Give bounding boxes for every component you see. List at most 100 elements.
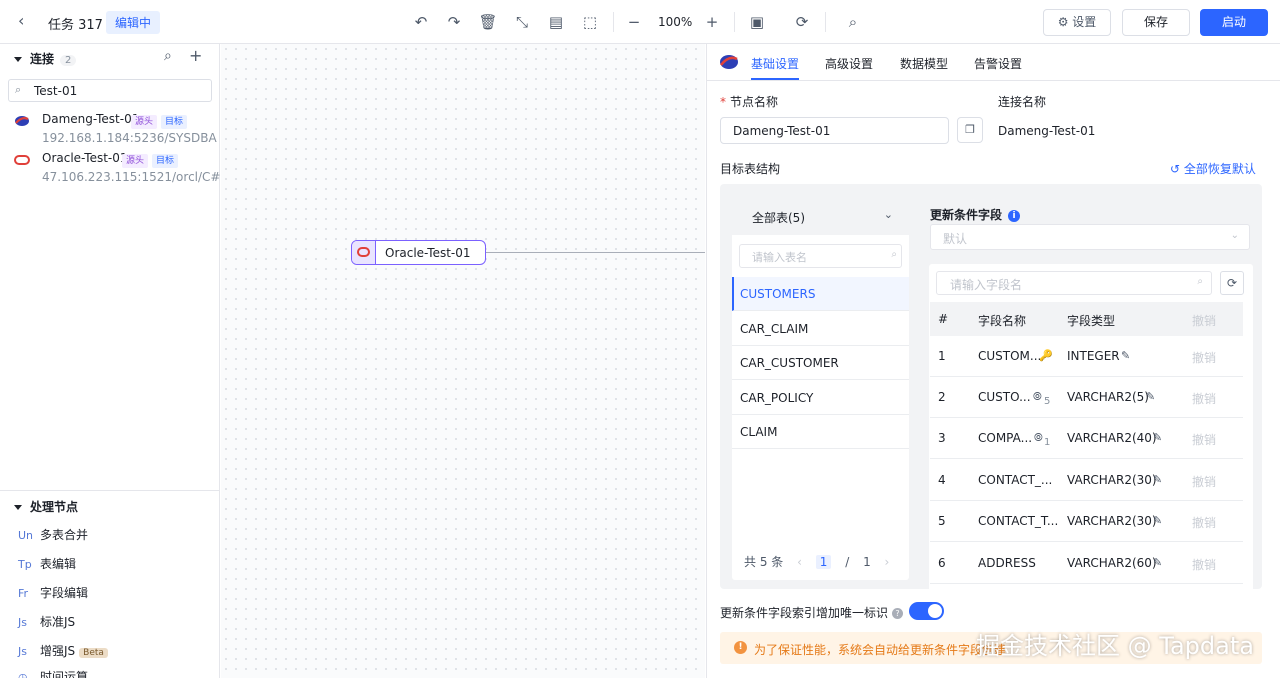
redo-icon[interactable]: ↷ [444, 12, 464, 32]
task-title: 任务 317 [48, 18, 103, 33]
field-name: COMPA... [978, 431, 1033, 445]
fit-view-icon[interactable]: ⤡ [512, 12, 532, 32]
prev-page-icon[interactable]: ‹ [797, 555, 802, 569]
edit-icon[interactable]: ✎ [1153, 431, 1162, 444]
undo-icon[interactable]: ↶ [411, 12, 431, 32]
node-config-panel: 基础设置 高级设置 数据模型 告警设置 * 节点名称 连接名称 Dameng-Te… [706, 44, 1280, 678]
process-node-union[interactable]: Un 多表合并 [18, 526, 88, 543]
undo-button[interactable]: 撤销 [1192, 473, 1216, 490]
zoom-out-icon[interactable]: − [624, 12, 644, 32]
total-count: 共 5 条 [744, 555, 784, 569]
node-label: 标准JS [40, 615, 76, 629]
beta-badge: Beta [79, 648, 108, 658]
edit-icon[interactable]: ✎ [1121, 349, 1130, 362]
node-label: 时间运算 [40, 670, 89, 678]
index-number: 1 [1044, 437, 1051, 448]
dag-canvas[interactable]: Oracle-Test-01 [221, 44, 705, 678]
undo-button[interactable]: 撤销 [1192, 556, 1216, 573]
connections-header[interactable]: 连接 2 [14, 50, 77, 67]
node-name-label: * 节点名称 [720, 95, 779, 109]
config-tabs: 基础设置 高级设置 数据模型 告警设置 [707, 44, 1280, 81]
node-label: 字段编辑 [40, 586, 89, 600]
index-number: 5 [1044, 396, 1051, 407]
delete-icon[interactable]: 🗑 [478, 12, 498, 32]
update-condition-label: 更新条件字段 i [930, 206, 1021, 223]
table-row[interactable]: CAR_POLICY [732, 381, 909, 415]
next-page-icon[interactable]: › [885, 555, 890, 569]
table-name: CAR_POLICY [740, 391, 814, 405]
process-node-table-edit[interactable]: Tp 表编辑 [18, 555, 76, 572]
undo-button[interactable]: 撤销 [1192, 349, 1216, 366]
search-icon[interactable]: ⌕ [164, 48, 172, 64]
undo-button[interactable]: 撤销 [1192, 514, 1216, 531]
top-toolbar: ‹ 任务 317 编辑中 ↶ ↷ 🗑 ⤡ ▤ ⬚ − 100% + ▣ ⟳ ⌕ … [0, 0, 1280, 44]
unique-index-toggle[interactable] [909, 602, 944, 620]
undo-button[interactable]: 撤销 [1192, 390, 1216, 407]
table-row[interactable]: CAR_CUSTOMER [732, 346, 909, 380]
node-name-input[interactable]: Dameng-Test-01 [720, 117, 949, 144]
table-filter-label: 全部表(5) [752, 211, 805, 225]
refresh-icon[interactable]: ⟳ [792, 12, 812, 32]
auto-layout-icon[interactable]: ▤ [546, 12, 566, 32]
toggle-knob [928, 604, 942, 618]
copy-icon[interactable]: ❐ [957, 117, 983, 143]
process-node-field-edit[interactable]: Fr 字段编辑 [18, 584, 88, 601]
search-value: Test-01 [34, 84, 78, 98]
connection-name-label: 连接名称 [998, 95, 1047, 109]
table-search-input[interactable]: 请输入表名 ⌕ [739, 244, 902, 268]
table-row[interactable]: CLAIM [732, 415, 909, 449]
update-condition-select[interactable]: 默认 ⌄ [930, 224, 1250, 250]
edit-icon[interactable]: ✎ [1153, 473, 1162, 486]
refresh-icon[interactable]: ⟳ [1220, 271, 1244, 295]
table-row[interactable]: CAR_CLAIM [732, 312, 909, 346]
canvas-node-oracle[interactable]: Oracle-Test-01 [351, 240, 486, 265]
col-field-type: 字段类型 [1067, 314, 1116, 328]
tab-data-model[interactable]: 数据模型 [900, 55, 948, 72]
warning-icon: ! [734, 641, 747, 654]
edit-icon[interactable]: ✎ [1146, 390, 1155, 403]
select-icon[interactable]: ⬚ [580, 12, 600, 32]
process-node-time-calc[interactable]: ◷ 时间运算 [18, 668, 88, 678]
field-index: 3 [938, 431, 946, 445]
search-icon: ⌕ [891, 249, 897, 260]
process-node-standard-js[interactable]: Js 标准JS [18, 613, 75, 630]
help-icon: ? [892, 608, 904, 619]
connection-search-input[interactable]: ⌕ Test-01 [8, 79, 212, 102]
connection-name: Dameng-Test-01 [42, 112, 140, 126]
undo-button[interactable]: 撤销 [1192, 431, 1216, 448]
field-type: VARCHAR2(40) [1067, 431, 1157, 445]
back-arrow-icon[interactable]: ‹ [18, 13, 34, 29]
table-list: 全部表(5) ⌄ 请输入表名 ⌕ CUSTOMERS CAR_CLAIM CAR… [732, 195, 909, 580]
table-row: 6 ADDRESS VARCHAR2(60) ✎ 撤销 [930, 543, 1243, 584]
process-node-enhanced-js[interactable]: Js 增强JS Beta [18, 642, 108, 659]
node-type-icon: Js [18, 616, 27, 629]
node-label: 多表合并 [40, 528, 89, 542]
current-page[interactable]: 1 [815, 555, 832, 569]
toolbar-divider [825, 12, 826, 32]
field-search-input[interactable]: 请输入字段名 ⌕ [936, 271, 1212, 295]
search-icon[interactable]: ⌕ [843, 12, 863, 32]
field-name: CUSTOM... [978, 349, 1042, 363]
target-tag: 目标 [161, 115, 188, 129]
table-row[interactable]: CUSTOMERS [732, 277, 909, 311]
field-type: INTEGER [1067, 349, 1120, 363]
add-icon[interactable]: + [189, 46, 202, 65]
tab-basic-settings[interactable]: 基础设置 [751, 55, 799, 72]
table-filter-dropdown[interactable]: 全部表(5) ⌄ [732, 195, 909, 235]
save-button[interactable]: 保存 [1122, 9, 1190, 36]
tab-alert-settings[interactable]: 告警设置 [974, 55, 1022, 72]
tab-advanced-settings[interactable]: 高级设置 [825, 55, 873, 72]
node-edge[interactable] [486, 252, 705, 253]
edit-icon[interactable]: ✎ [1153, 514, 1162, 527]
clipboard-icon[interactable]: ▣ [747, 12, 767, 32]
clock-icon: ◷ [18, 671, 28, 678]
edit-icon[interactable]: ✎ [1153, 556, 1162, 569]
start-button[interactable]: 启动 [1200, 9, 1268, 36]
update-condition-placeholder: 默认 [943, 232, 968, 246]
processing-header[interactable]: 处理节点 [14, 498, 78, 515]
restore-all-button[interactable]: ↺ 全部恢复默认 [1170, 160, 1256, 177]
settings-button[interactable]: ⚙ 设置 [1043, 9, 1111, 36]
zoom-in-icon[interactable]: + [702, 12, 722, 32]
dameng-logo-icon [719, 55, 738, 69]
node-label: 表编辑 [40, 557, 77, 571]
